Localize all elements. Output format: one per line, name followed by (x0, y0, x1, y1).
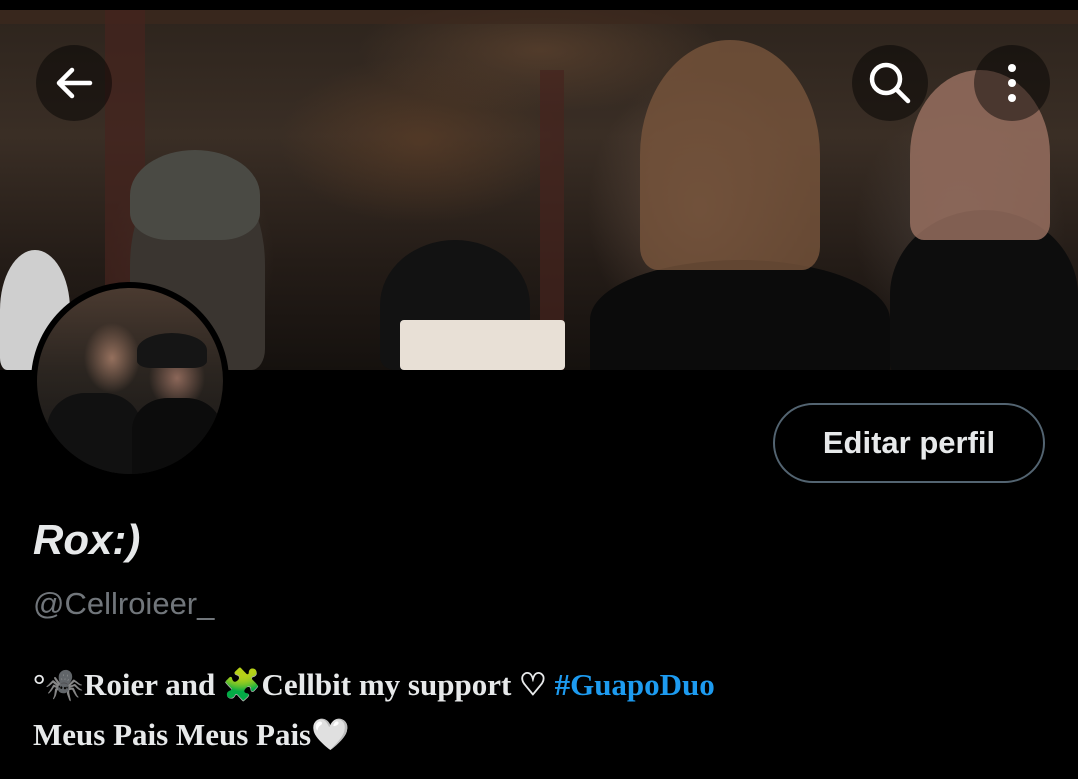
arrow-left-icon (50, 59, 98, 107)
bio-line-1: °🕷️Roier and 🧩Cellbit my support ♡ #Guap… (33, 660, 1043, 710)
banner-person (640, 40, 820, 270)
more-options-button[interactable] (974, 45, 1050, 121)
banner-person (590, 260, 890, 370)
bio-text: °🕷️Roier and 🧩Cellbit my support ♡ (33, 667, 555, 702)
back-button[interactable] (36, 45, 112, 121)
hashtag-link[interactable]: #GuapoDuo (555, 667, 715, 702)
profile-avatar[interactable] (31, 282, 229, 480)
user-handle: @Cellroieer_ (33, 586, 215, 621)
banner-beanie (130, 150, 260, 240)
banner-ceiling (0, 10, 1078, 24)
display-name: Rox:) (33, 516, 141, 563)
bio-line-2: Meus Pais Meus Pais🤍 (33, 717, 350, 752)
search-icon (865, 58, 915, 108)
avatar-image (37, 288, 223, 474)
profile-bio: °🕷️Roier and 🧩Cellbit my support ♡ #Guap… (33, 660, 1043, 760)
avatar-person (132, 398, 222, 474)
edit-profile-button[interactable]: Editar perfil (773, 403, 1045, 483)
avatar-cap (137, 333, 207, 368)
banner-chair (400, 320, 565, 370)
avatar-person (47, 393, 142, 474)
more-vertical-icon (1002, 58, 1022, 108)
search-button[interactable] (852, 45, 928, 121)
